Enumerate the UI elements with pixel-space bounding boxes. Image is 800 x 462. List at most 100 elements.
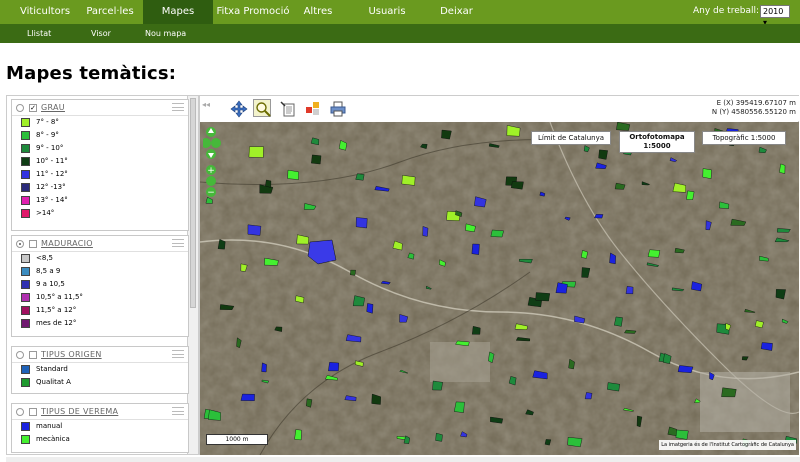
- legend-label: 11,5° a 12°: [36, 306, 77, 314]
- nav-parceles[interactable]: Parcel·les: [80, 0, 140, 24]
- zoom-box-icon[interactable]: [253, 99, 271, 117]
- legend-item: 9 a 10,5: [12, 278, 188, 291]
- page-title: Mapes temàtics:: [6, 63, 177, 84]
- vineyard-parcel[interactable]: [647, 249, 661, 258]
- vineyard-parcel[interactable]: [401, 175, 416, 186]
- layer-checkbox[interactable]: [29, 240, 37, 248]
- vineyard-parcel[interactable]: [490, 229, 504, 238]
- topografic-button[interactable]: Topogràfic 1:5000: [702, 131, 786, 145]
- layer-radio[interactable]: [16, 104, 24, 112]
- layer-title[interactable]: MADURACIO: [41, 239, 93, 248]
- layer-title[interactable]: TIPUS DE VEREMA: [41, 407, 118, 416]
- layer-radio[interactable]: [16, 351, 24, 359]
- vineyard-parcel[interactable]: [432, 380, 443, 391]
- vineyard-parcel[interactable]: [721, 387, 737, 398]
- nav-deixar-sessio[interactable]: Deixar sessió: [424, 0, 489, 41]
- vineyard-parcel[interactable]: [702, 168, 712, 179]
- legend-label: 7° - 8°: [36, 118, 59, 126]
- vineyard-parcel[interactable]: [598, 149, 608, 160]
- nav-viticultors[interactable]: Viticultors: [0, 0, 90, 24]
- nav-fitxa-promocio[interactable]: Fitxa Promoció: [213, 0, 293, 24]
- legend-item: 10° - 11°: [12, 155, 188, 168]
- vineyard-parcel[interactable]: [581, 250, 588, 259]
- vineyard-parcel[interactable]: [584, 392, 593, 400]
- year-label: Any de treball:: [693, 6, 759, 16]
- info-icon[interactable]: [278, 99, 296, 117]
- legend-item: 11,5° a 12°: [12, 304, 188, 317]
- subnav-llistat[interactable]: Llistat: [27, 24, 51, 43]
- drag-handle-icon[interactable]: [172, 407, 184, 415]
- layer-header: MADURACIO: [12, 236, 188, 252]
- vineyard-parcel[interactable]: [366, 303, 374, 314]
- vineyard-parcel[interactable]: [607, 382, 620, 392]
- legend-label: 13° - 14°: [36, 196, 68, 204]
- ortofotomapa-button[interactable]: Ortofotomapa 1:5000: [619, 131, 695, 153]
- legend-label: 10,5° a 11,5°: [36, 293, 83, 301]
- vineyard-parcel[interactable]: [441, 129, 452, 140]
- nav-altres[interactable]: Altres: [293, 0, 343, 24]
- vineyard-parcel[interactable]: [355, 173, 365, 181]
- vineyard-parcel[interactable]: [453, 401, 465, 413]
- vineyard-parcel[interactable]: [555, 282, 568, 294]
- legend-label: 9 a 10,5: [36, 280, 65, 288]
- vineyard-parcel[interactable]: [677, 365, 694, 373]
- vineyard-parcel[interactable]: [294, 429, 302, 441]
- nav-mapes[interactable]: Mapes: [143, 0, 213, 24]
- orthophoto-map[interactable]: [200, 122, 799, 455]
- vineyard-parcel[interactable]: [567, 437, 583, 448]
- layer-radio[interactable]: [16, 240, 24, 248]
- vineyard-parcel[interactable]: [261, 362, 267, 373]
- layer-radio[interactable]: [16, 408, 24, 416]
- vineyard-parcel[interactable]: [435, 432, 443, 442]
- limit-catalunya-button[interactable]: Límit de Catalunya: [531, 131, 611, 145]
- vineyard-parcel[interactable]: [614, 316, 623, 327]
- layer-grau: ✓ GRAU 7° - 8° 8° - 9° 9° - 10° 10° - 11° 11…: [11, 99, 189, 231]
- subnav-visor[interactable]: Visor: [91, 24, 111, 43]
- coordinates-readout: E (X) 395419.67107 m N (Y) 4580556.55120…: [712, 99, 796, 117]
- vineyard-parcel[interactable]: [265, 179, 272, 188]
- collapse-panel-icon[interactable]: ◂◂: [202, 100, 210, 109]
- vineyard-parcel[interactable]: [422, 226, 429, 237]
- legend-label: 11° - 12°: [36, 170, 68, 178]
- layer-checkbox[interactable]: ✓: [29, 104, 37, 112]
- layer-header: ✓ GRAU: [12, 100, 188, 116]
- vineyard-parcel[interactable]: [328, 362, 340, 372]
- drag-handle-icon[interactable]: [172, 350, 184, 358]
- svg-text:−: −: [207, 188, 215, 197]
- vineyard-parcel[interactable]: [775, 289, 786, 300]
- vineyard-parcel[interactable]: [248, 146, 264, 158]
- drag-handle-icon[interactable]: [172, 103, 184, 111]
- drag-handle-icon[interactable]: [172, 239, 184, 247]
- vineyard-parcel[interactable]: [686, 190, 695, 200]
- vineyard-parcel[interactable]: [535, 292, 551, 302]
- legend-swatch: [21, 319, 30, 328]
- nav-usuaris[interactable]: Usuaris: [362, 0, 412, 24]
- svg-text:+: +: [207, 166, 215, 176]
- vineyard-parcel[interactable]: [675, 429, 689, 440]
- vineyard-parcel[interactable]: [625, 286, 634, 295]
- vineyard-parcel[interactable]: [287, 169, 299, 180]
- layer-tipus-origen: TIPUS ORIGEN Standard Qualitat A: [11, 346, 189, 394]
- vineyard-parcel[interactable]: [355, 217, 368, 229]
- subnav-nou-mapa[interactable]: Nou mapa: [145, 24, 186, 43]
- pan-icon[interactable]: [229, 99, 248, 118]
- vineyard-parcel[interactable]: [240, 393, 255, 401]
- layer-title[interactable]: GRAU: [41, 103, 65, 112]
- map-canvas[interactable]: + − Límit de Catalunya Ortofotomapa 1:50…: [200, 122, 799, 455]
- year-select[interactable]: 2010 ▾: [760, 5, 790, 27]
- vineyard-parcel[interactable]: [510, 181, 524, 190]
- layer-checkbox[interactable]: [29, 408, 37, 416]
- layer-checkbox[interactable]: [29, 351, 37, 359]
- legend-label: mecànica: [36, 435, 70, 443]
- layer-header: TIPUS ORIGEN: [12, 347, 188, 363]
- vineyard-parcel[interactable]: [311, 154, 322, 165]
- legend-swatch: [21, 157, 30, 166]
- vineyard-parcel[interactable]: [350, 269, 356, 276]
- print-icon[interactable]: [328, 99, 346, 117]
- scrollbar-thumb[interactable]: [190, 98, 196, 308]
- layers-icon[interactable]: [303, 99, 321, 117]
- vineyard-parcel[interactable]: [471, 243, 480, 255]
- vineyard-parcel[interactable]: [247, 224, 262, 236]
- layer-title[interactable]: TIPUS ORIGEN: [41, 350, 102, 359]
- legend-label: 8° - 9°: [36, 131, 59, 139]
